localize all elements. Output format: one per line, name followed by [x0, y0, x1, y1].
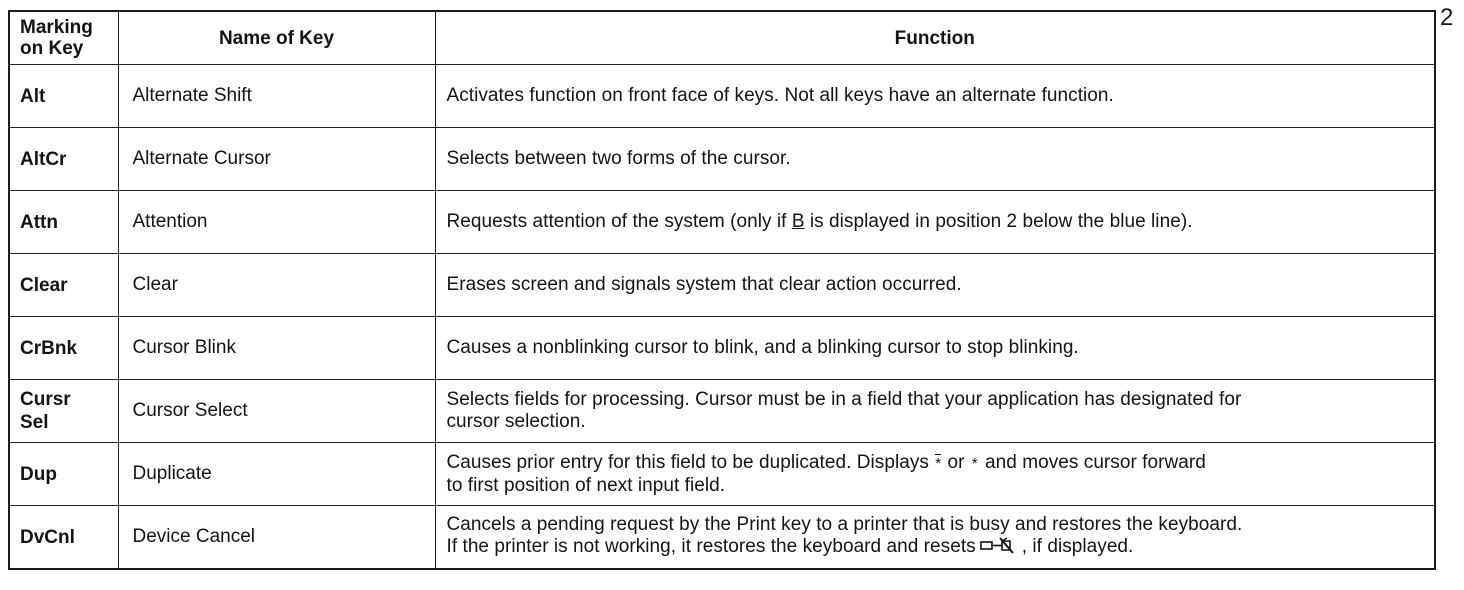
key-name: Duplicate: [117, 442, 436, 506]
key-function: Erases screen and signals system that cl…: [434, 253, 1436, 317]
column-header-marking-line1: Marking: [20, 17, 93, 38]
column-header-marking: Marking on Key: [8, 10, 119, 65]
function-text: If the printer is not working, it restor…: [446, 535, 976, 557]
table-row: Clear Clear Erases screen and signals sy…: [8, 253, 1436, 317]
table-row: Dup Duplicate Causes prior entry for thi…: [8, 442, 1436, 506]
table-row: AltCr Alternate Cursor Selects between t…: [8, 127, 1436, 191]
key-marking: Alt: [8, 64, 119, 128]
function-line1: Cancels a pending request by the Print k…: [446, 513, 1243, 535]
function-line2: If the printer is not working, it restor…: [447, 536, 1424, 561]
key-function: Requests attention of the system (only i…: [434, 190, 1436, 254]
key-function: Activates function on front face of keys…: [434, 64, 1436, 128]
table-header-row: Marking on Key Name of Key Function: [8, 10, 1436, 65]
page-number: 2: [1440, 4, 1454, 31]
key-function: Causes a nonblinking cursor to blink, an…: [434, 316, 1436, 380]
key-function: Cancels a pending request by the Print k…: [434, 505, 1436, 570]
function-text: or: [942, 451, 970, 473]
function-text: is displayed in position 2 below the blu…: [804, 211, 1193, 232]
key-function-table: Marking on Key Name of Key Function Alt …: [8, 10, 1436, 570]
key-marking: Attn: [8, 190, 119, 254]
function-line2: cursor selection.: [446, 411, 586, 432]
column-header-marking-line2: on Key: [20, 38, 84, 59]
function-line1: Selects fields for processing. Cursor mu…: [446, 389, 1242, 410]
key-marking: AltCr: [8, 127, 119, 191]
table-row: Cursr Sel Cursor Select Selects fields f…: [8, 379, 1436, 443]
key-name: Alternate Shift: [117, 64, 436, 128]
key-name: Alternate Cursor: [117, 127, 436, 191]
overlined-asterisk-icon: *: [934, 453, 942, 475]
key-name: Clear: [117, 253, 436, 317]
underlined-b-indicator: B: [791, 211, 805, 232]
key-marking: CrBnk: [8, 316, 119, 380]
key-function: Selects between two forms of the cursor.: [434, 127, 1436, 191]
function-text: Requests attention of the system (only i…: [446, 211, 792, 232]
key-marking: DvCnl: [8, 505, 119, 570]
key-marking: Cursr Sel: [8, 379, 119, 443]
function-text: and moves cursor forward: [979, 451, 1206, 473]
function-line2: to first position of next input field.: [446, 474, 726, 496]
key-marking: Clear: [8, 253, 119, 317]
key-name: Cursor Blink: [117, 316, 436, 380]
column-header-name: Name of Key: [117, 10, 436, 65]
column-header-function: Function: [434, 10, 1436, 65]
key-name: Attention: [117, 190, 436, 254]
table-row: CrBnk Cursor Blink Causes a nonblinking …: [8, 316, 1436, 380]
key-marking-line1: Cursr: [20, 389, 71, 410]
function-line1: Causes prior entry for this field to be …: [447, 452, 1424, 475]
printer-busy-indicator-icon: [979, 536, 1020, 561]
key-name: Device Cancel: [117, 505, 436, 570]
table-row: Attn Attention Requests attention of the…: [8, 190, 1436, 254]
key-function: Selects fields for processing. Cursor mu…: [434, 379, 1436, 443]
function-text: Causes prior entry for this field to be …: [446, 451, 935, 473]
key-name: Cursor Select: [117, 379, 436, 443]
key-marking: Dup: [8, 442, 119, 506]
table-row: DvCnl Device Cancel Cancels a pending re…: [8, 505, 1436, 570]
key-marking-line2: Sel: [20, 412, 49, 433]
key-function: Causes prior entry for this field to be …: [434, 442, 1436, 506]
asterisk-icon: *: [971, 454, 978, 472]
function-text: , if displayed.: [1021, 535, 1134, 557]
table-row: Alt Alternate Shift Activates function o…: [8, 64, 1436, 128]
